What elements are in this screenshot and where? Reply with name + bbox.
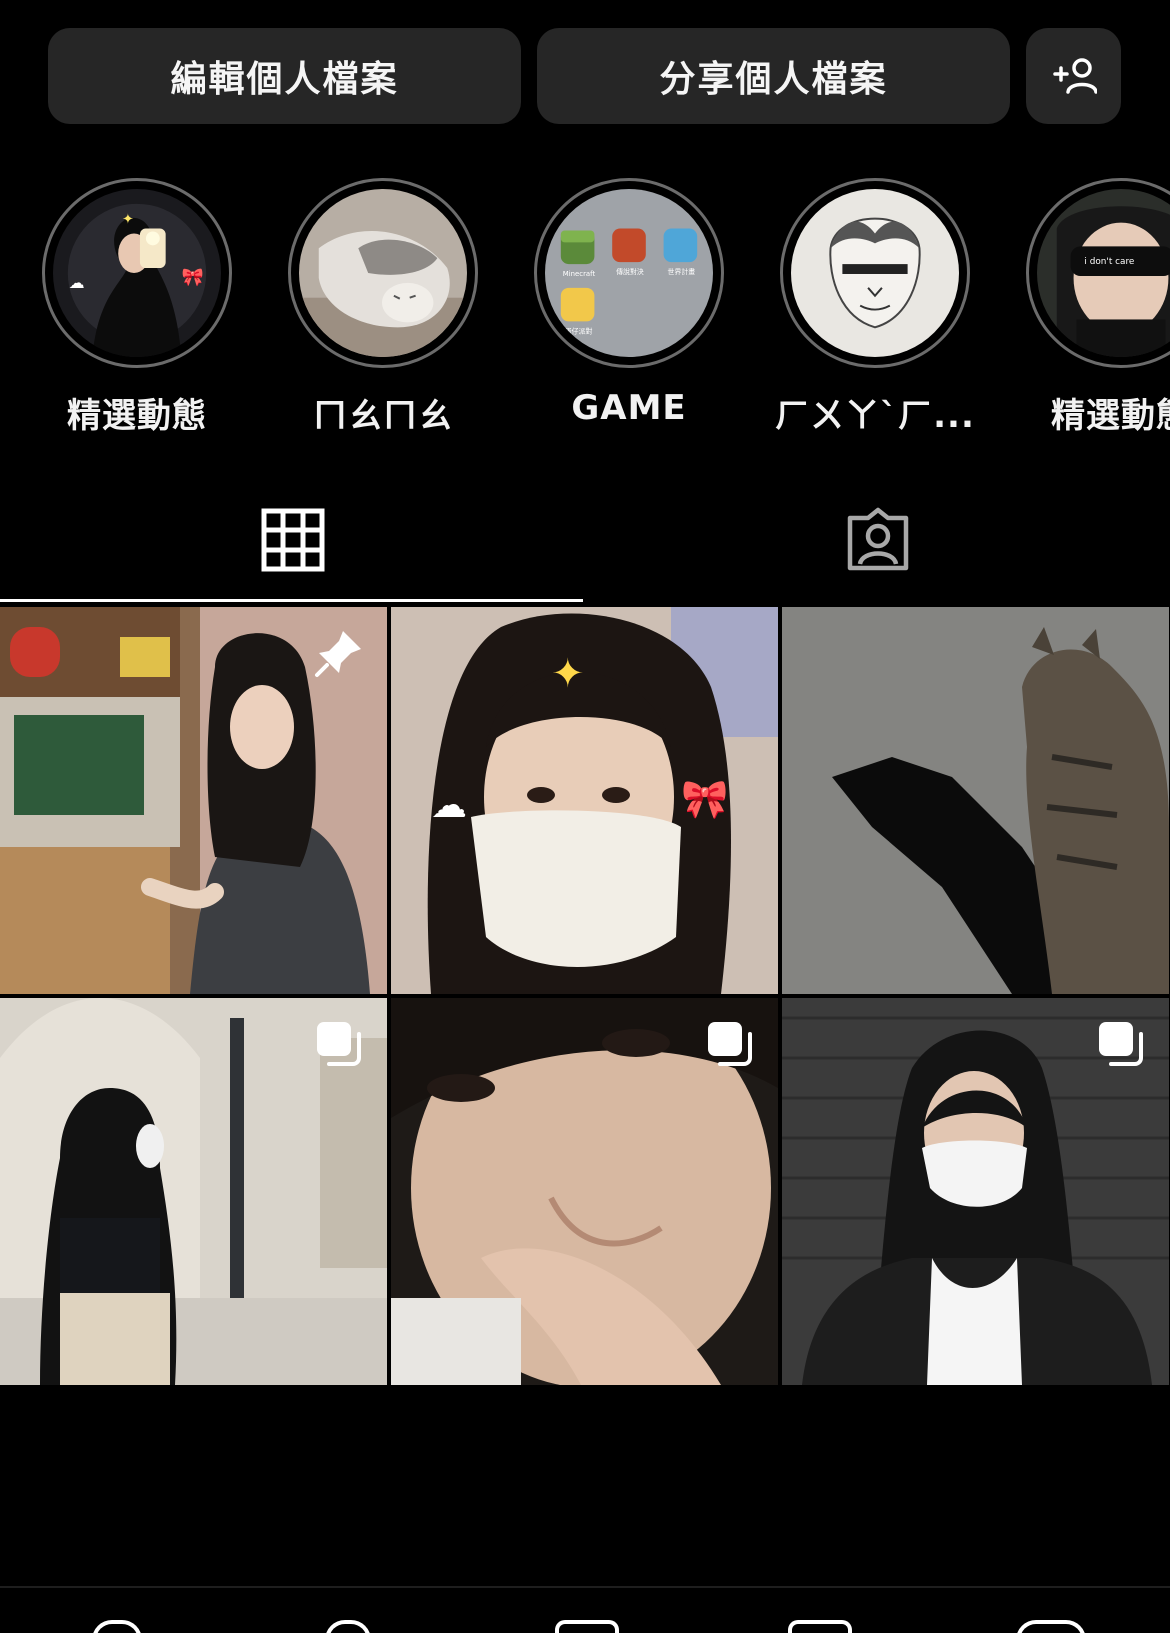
home-icon[interactable] [92,1620,142,1633]
highlight-item[interactable]: Minecraft 傳說對決 世界計畫 蛋仔派對 GAME [529,178,729,428]
svg-text:🎀: 🎀 [681,777,728,821]
profile-avatar-icon[interactable] [1016,1620,1086,1633]
post-thumbnail[interactable] [782,607,1169,994]
svg-text:🎀: 🎀 [181,267,203,288]
app-name: 蛋仔派對 [565,326,593,335]
bottom-nav-divider [0,1586,1170,1588]
post-thumbnail[interactable] [391,998,778,1385]
edit-profile-button[interactable]: 編輯個人檔案 [48,28,521,124]
highlight-ring: Minecraft 傳說對決 世界計畫 蛋仔派對 [534,178,724,368]
reels-icon[interactable] [788,1620,852,1633]
svg-text:☁: ☁ [431,785,467,826]
highlight-cover: 🎀 ☁ ✦ [53,189,221,357]
highlight-ring [780,178,970,368]
multiple-photos-icon [1099,1022,1143,1066]
active-tab-indicator [0,599,583,602]
highlight-cover: Minecraft 傳說對決 世界計畫 蛋仔派對 [545,189,713,357]
add-person-icon [1052,58,1097,94]
post-photo [782,607,1169,994]
highlight-item[interactable]: ㄏㄨㄚˋㄏ... [775,178,975,437]
discover-people-button[interactable] [1026,28,1121,124]
highlight-cover: i don't care [1037,189,1170,357]
create-post-icon[interactable] [555,1620,619,1633]
sticker-text: i don't care [1084,257,1134,267]
highlight-item[interactable]: i don't care 精選動態 [1021,178,1170,437]
app-name: 傳說對決 [616,267,644,276]
highlight-cover [299,189,467,357]
search-icon[interactable] [325,1620,371,1633]
multiple-photos-icon [317,1022,361,1066]
highlight-label: GAME [571,388,687,428]
highlight-item[interactable]: ㄇㄠㄇㄠ [283,178,483,437]
app-name: Minecraft [563,270,596,278]
pin-icon [315,631,361,677]
post-thumbnail[interactable] [782,998,1169,1385]
tagged-person-icon [847,507,908,571]
share-profile-label: 分享個人檔案 [659,59,888,100]
highlight-label: ㄇㄠㄇㄠ [313,396,453,436]
post-photo: ✦ 🎀 ☁ [391,607,778,994]
highlight-ring: i don't care [1026,178,1170,368]
highlight-label: 精選動態 [67,396,207,436]
tab-posts[interactable] [0,494,585,604]
svg-text:☁: ☁ [69,273,85,292]
grid-icon [261,508,324,572]
post-thumbnail[interactable] [0,998,387,1385]
app-name: 世界計畫 [668,267,696,276]
highlight-label: 精選動態 [1051,396,1170,436]
highlight-label: ㄏㄨㄚˋㄏ... [775,396,975,436]
svg-text:✦: ✦ [122,212,134,228]
tab-tagged[interactable] [585,494,1170,604]
edit-profile-label: 編輯個人檔案 [170,59,399,100]
share-profile-button[interactable]: 分享個人檔案 [537,28,1010,124]
svg-text:✦: ✦ [551,651,585,697]
highlight-item[interactable]: 🎀 ☁ ✦ 精選動態 [37,178,237,437]
post-thumbnail[interactable] [0,607,387,994]
multiple-photos-icon [708,1022,752,1066]
highlight-ring [288,178,478,368]
highlight-cover [791,189,959,357]
post-thumbnail[interactable]: ✦ 🎀 ☁ [391,607,778,994]
highlight-ring: 🎀 ☁ ✦ [42,178,232,368]
